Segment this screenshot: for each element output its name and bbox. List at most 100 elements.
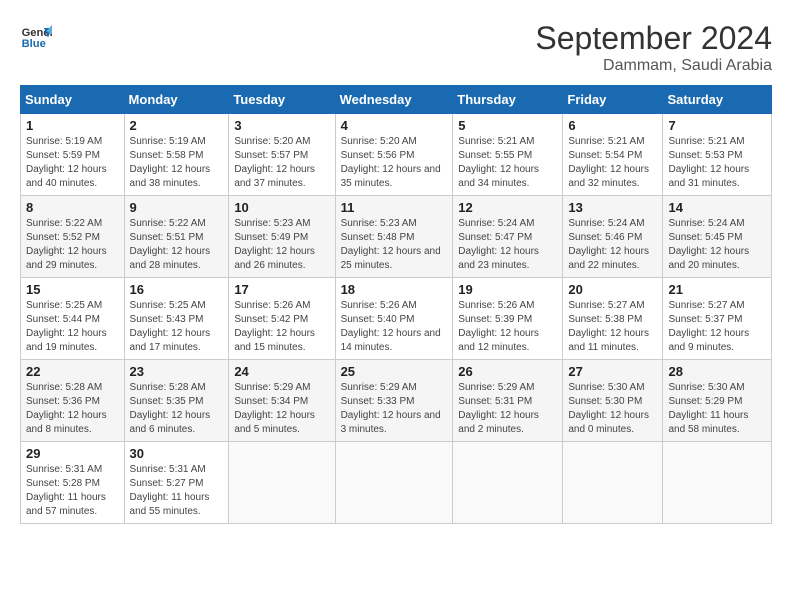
day-number: 5: [458, 118, 557, 133]
logo-icon: General Blue: [20, 20, 52, 52]
weekday-header: Sunday: [21, 86, 125, 114]
calendar-day-cell: [663, 442, 772, 524]
day-info: Sunrise: 5:23 AMSunset: 5:49 PMDaylight:…: [234, 217, 329, 273]
day-number: 27: [568, 364, 657, 379]
day-info: Sunrise: 5:27 AMSunset: 5:38 PMDaylight:…: [568, 299, 657, 355]
calendar-day-cell: 23 Sunrise: 5:28 AMSunset: 5:35 PMDaylig…: [124, 360, 229, 442]
weekday-header: Saturday: [663, 86, 772, 114]
day-info: Sunrise: 5:26 AMSunset: 5:40 PMDaylight:…: [341, 299, 448, 355]
day-info: Sunrise: 5:19 AMSunset: 5:58 PMDaylight:…: [130, 135, 224, 191]
weekday-header: Thursday: [453, 86, 563, 114]
calendar-day-cell: [453, 442, 563, 524]
day-number: 20: [568, 282, 657, 297]
day-info: Sunrise: 5:29 AMSunset: 5:34 PMDaylight:…: [234, 381, 329, 437]
calendar-week-row: 22 Sunrise: 5:28 AMSunset: 5:36 PMDaylig…: [21, 360, 772, 442]
calendar-day-cell: 22 Sunrise: 5:28 AMSunset: 5:36 PMDaylig…: [21, 360, 125, 442]
day-info: Sunrise: 5:24 AMSunset: 5:46 PMDaylight:…: [568, 217, 657, 273]
day-info: Sunrise: 5:28 AMSunset: 5:35 PMDaylight:…: [130, 381, 224, 437]
calendar-day-cell: 19 Sunrise: 5:26 AMSunset: 5:39 PMDaylig…: [453, 278, 563, 360]
day-number: 29: [26, 446, 119, 461]
day-number: 18: [341, 282, 448, 297]
day-number: 11: [341, 200, 448, 215]
weekday-header: Friday: [563, 86, 663, 114]
day-info: Sunrise: 5:30 AMSunset: 5:30 PMDaylight:…: [568, 381, 657, 437]
day-info: Sunrise: 5:29 AMSunset: 5:31 PMDaylight:…: [458, 381, 557, 437]
calendar-week-row: 15 Sunrise: 5:25 AMSunset: 5:44 PMDaylig…: [21, 278, 772, 360]
calendar-day-cell: 3 Sunrise: 5:20 AMSunset: 5:57 PMDayligh…: [229, 114, 335, 196]
calendar-day-cell: 15 Sunrise: 5:25 AMSunset: 5:44 PMDaylig…: [21, 278, 125, 360]
day-number: 12: [458, 200, 557, 215]
day-info: Sunrise: 5:25 AMSunset: 5:44 PMDaylight:…: [26, 299, 119, 355]
day-info: Sunrise: 5:19 AMSunset: 5:59 PMDaylight:…: [26, 135, 119, 191]
calendar-day-cell: 2 Sunrise: 5:19 AMSunset: 5:58 PMDayligh…: [124, 114, 229, 196]
day-number: 15: [26, 282, 119, 297]
calendar-day-cell: 18 Sunrise: 5:26 AMSunset: 5:40 PMDaylig…: [335, 278, 453, 360]
day-info: Sunrise: 5:22 AMSunset: 5:52 PMDaylight:…: [26, 217, 119, 273]
day-info: Sunrise: 5:21 AMSunset: 5:54 PMDaylight:…: [568, 135, 657, 191]
day-number: 8: [26, 200, 119, 215]
calendar-day-cell: 29 Sunrise: 5:31 AMSunset: 5:28 PMDaylig…: [21, 442, 125, 524]
calendar-day-cell: 30 Sunrise: 5:31 AMSunset: 5:27 PMDaylig…: [124, 442, 229, 524]
calendar-day-cell: 1 Sunrise: 5:19 AMSunset: 5:59 PMDayligh…: [21, 114, 125, 196]
day-info: Sunrise: 5:30 AMSunset: 5:29 PMDaylight:…: [668, 381, 766, 437]
calendar-day-cell: 6 Sunrise: 5:21 AMSunset: 5:54 PMDayligh…: [563, 114, 663, 196]
calendar-day-cell: 11 Sunrise: 5:23 AMSunset: 5:48 PMDaylig…: [335, 196, 453, 278]
calendar-day-cell: 25 Sunrise: 5:29 AMSunset: 5:33 PMDaylig…: [335, 360, 453, 442]
calendar-day-cell: 7 Sunrise: 5:21 AMSunset: 5:53 PMDayligh…: [663, 114, 772, 196]
calendar-week-row: 29 Sunrise: 5:31 AMSunset: 5:28 PMDaylig…: [21, 442, 772, 524]
day-number: 9: [130, 200, 224, 215]
day-number: 21: [668, 282, 766, 297]
day-info: Sunrise: 5:26 AMSunset: 5:39 PMDaylight:…: [458, 299, 557, 355]
calendar-day-cell: 27 Sunrise: 5:30 AMSunset: 5:30 PMDaylig…: [563, 360, 663, 442]
day-number: 6: [568, 118, 657, 133]
calendar: SundayMondayTuesdayWednesdayThursdayFrid…: [20, 85, 772, 524]
weekday-header: Monday: [124, 86, 229, 114]
calendar-day-cell: 14 Sunrise: 5:24 AMSunset: 5:45 PMDaylig…: [663, 196, 772, 278]
weekday-header: Wednesday: [335, 86, 453, 114]
day-number: 2: [130, 118, 224, 133]
logo: General Blue: [20, 20, 52, 52]
calendar-day-cell: 17 Sunrise: 5:26 AMSunset: 5:42 PMDaylig…: [229, 278, 335, 360]
calendar-day-cell: 9 Sunrise: 5:22 AMSunset: 5:51 PMDayligh…: [124, 196, 229, 278]
calendar-day-cell: 4 Sunrise: 5:20 AMSunset: 5:56 PMDayligh…: [335, 114, 453, 196]
day-info: Sunrise: 5:22 AMSunset: 5:51 PMDaylight:…: [130, 217, 224, 273]
day-info: Sunrise: 5:28 AMSunset: 5:36 PMDaylight:…: [26, 381, 119, 437]
day-info: Sunrise: 5:21 AMSunset: 5:53 PMDaylight:…: [668, 135, 766, 191]
day-info: Sunrise: 5:21 AMSunset: 5:55 PMDaylight:…: [458, 135, 557, 191]
day-info: Sunrise: 5:20 AMSunset: 5:56 PMDaylight:…: [341, 135, 448, 191]
day-info: Sunrise: 5:31 AMSunset: 5:27 PMDaylight:…: [130, 463, 224, 519]
calendar-header-row: SundayMondayTuesdayWednesdayThursdayFrid…: [21, 86, 772, 114]
day-info: Sunrise: 5:20 AMSunset: 5:57 PMDaylight:…: [234, 135, 329, 191]
day-info: Sunrise: 5:27 AMSunset: 5:37 PMDaylight:…: [668, 299, 766, 355]
day-info: Sunrise: 5:29 AMSunset: 5:33 PMDaylight:…: [341, 381, 448, 437]
calendar-day-cell: 16 Sunrise: 5:25 AMSunset: 5:43 PMDaylig…: [124, 278, 229, 360]
day-info: Sunrise: 5:23 AMSunset: 5:48 PMDaylight:…: [341, 217, 448, 273]
day-number: 24: [234, 364, 329, 379]
day-number: 14: [668, 200, 766, 215]
day-number: 19: [458, 282, 557, 297]
day-number: 26: [458, 364, 557, 379]
day-info: Sunrise: 5:25 AMSunset: 5:43 PMDaylight:…: [130, 299, 224, 355]
day-number: 30: [130, 446, 224, 461]
day-info: Sunrise: 5:24 AMSunset: 5:45 PMDaylight:…: [668, 217, 766, 273]
calendar-day-cell: [335, 442, 453, 524]
day-number: 3: [234, 118, 329, 133]
calendar-day-cell: 13 Sunrise: 5:24 AMSunset: 5:46 PMDaylig…: [563, 196, 663, 278]
calendar-day-cell: 10 Sunrise: 5:23 AMSunset: 5:49 PMDaylig…: [229, 196, 335, 278]
calendar-week-row: 8 Sunrise: 5:22 AMSunset: 5:52 PMDayligh…: [21, 196, 772, 278]
day-number: 7: [668, 118, 766, 133]
day-number: 22: [26, 364, 119, 379]
calendar-day-cell: [229, 442, 335, 524]
day-number: 25: [341, 364, 448, 379]
calendar-day-cell: 12 Sunrise: 5:24 AMSunset: 5:47 PMDaylig…: [453, 196, 563, 278]
title-area: September 2024 Dammam, Saudi Arabia: [535, 20, 772, 75]
day-number: 4: [341, 118, 448, 133]
calendar-week-row: 1 Sunrise: 5:19 AMSunset: 5:59 PMDayligh…: [21, 114, 772, 196]
calendar-day-cell: 20 Sunrise: 5:27 AMSunset: 5:38 PMDaylig…: [563, 278, 663, 360]
day-number: 28: [668, 364, 766, 379]
day-info: Sunrise: 5:31 AMSunset: 5:28 PMDaylight:…: [26, 463, 119, 519]
day-info: Sunrise: 5:26 AMSunset: 5:42 PMDaylight:…: [234, 299, 329, 355]
calendar-day-cell: 21 Sunrise: 5:27 AMSunset: 5:37 PMDaylig…: [663, 278, 772, 360]
calendar-day-cell: 5 Sunrise: 5:21 AMSunset: 5:55 PMDayligh…: [453, 114, 563, 196]
day-number: 10: [234, 200, 329, 215]
